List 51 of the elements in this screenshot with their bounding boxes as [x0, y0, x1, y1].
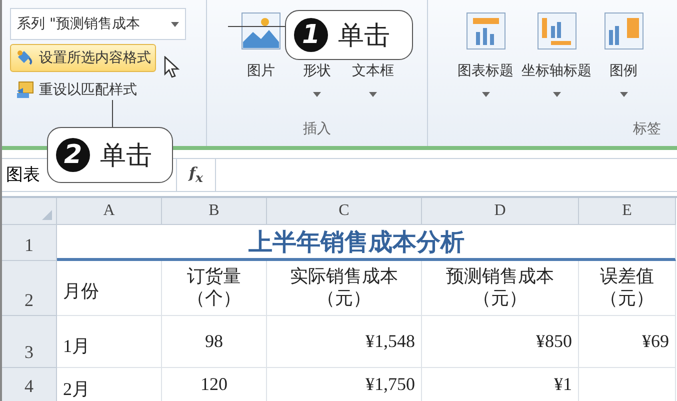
textbox-button[interactable]: 文本框	[352, 62, 394, 80]
series-dropdown[interactable]: 系列 "预测销售成本	[10, 8, 186, 40]
table-cell: ¥1,750	[366, 374, 415, 395]
corner-triangle-icon[interactable]	[42, 210, 52, 220]
leader-line	[112, 100, 113, 127]
format-selection-button[interactable]: 设置所选内容格式	[10, 44, 156, 72]
paint-bucket-icon	[15, 49, 35, 67]
table-cell: ¥1	[554, 374, 572, 395]
reset-style-button[interactable]: 重设以匹配样式	[10, 76, 142, 104]
column-header[interactable]: A	[57, 198, 162, 225]
landscape-icon	[241, 12, 281, 50]
table-header-cell: 月份	[63, 281, 99, 303]
chart-title-button[interactable]: 图表标题	[458, 62, 514, 80]
group-label: 标签	[633, 120, 662, 139]
column-header[interactable]: C	[267, 198, 422, 225]
column-header[interactable]: D	[422, 198, 579, 225]
callout-text: 单击	[100, 140, 152, 172]
table-header-cell: 实际销售成本 （元）	[290, 266, 398, 310]
mouse-pointer-icon	[164, 56, 180, 78]
row-header[interactable]: 4	[2, 368, 57, 401]
step-number: 2	[56, 138, 90, 172]
legend-button[interactable]: 图例	[610, 62, 638, 80]
column-header[interactable]: B	[162, 198, 267, 225]
column-header[interactable]: E	[579, 198, 676, 225]
table-header-cell: 误差值 （元）	[600, 266, 654, 310]
table-cell-text: 2月	[63, 378, 90, 400]
row-header[interactable]: 1	[2, 225, 57, 261]
bar-chart-icon	[466, 12, 506, 50]
axis-title-button[interactable]: 坐标轴标题	[522, 62, 592, 80]
table-header-cell: 预测销售成本 （元）	[446, 266, 554, 310]
table-cell: 120	[200, 374, 228, 395]
callout-text: 单击	[338, 20, 390, 52]
table-cell-text: 1月	[63, 334, 90, 358]
reset-style-icon	[15, 81, 35, 99]
leader-line	[228, 26, 285, 27]
row-header[interactable]: 2	[2, 261, 57, 316]
bar-chart-icon	[536, 12, 576, 50]
table-cell: ¥850	[536, 331, 572, 352]
table-cell: ¥69	[642, 331, 669, 352]
group-label: 插入	[303, 120, 331, 139]
row-header[interactable]: 3	[2, 316, 57, 368]
caret-icon	[171, 22, 179, 26]
chart-legend-icon	[604, 12, 644, 50]
picture-button[interactable]: 图片	[247, 62, 275, 80]
table-cell: 98	[205, 331, 223, 352]
table-header-cell: 订货量 （个）	[187, 266, 241, 310]
shape-button[interactable]: 形状	[303, 62, 331, 80]
table-cell: ¥1,548	[366, 331, 415, 352]
sheet-title: 上半年销售成本分析	[248, 228, 464, 258]
step-number: 1	[294, 18, 328, 52]
name-box[interactable]: 图表	[6, 165, 40, 185]
